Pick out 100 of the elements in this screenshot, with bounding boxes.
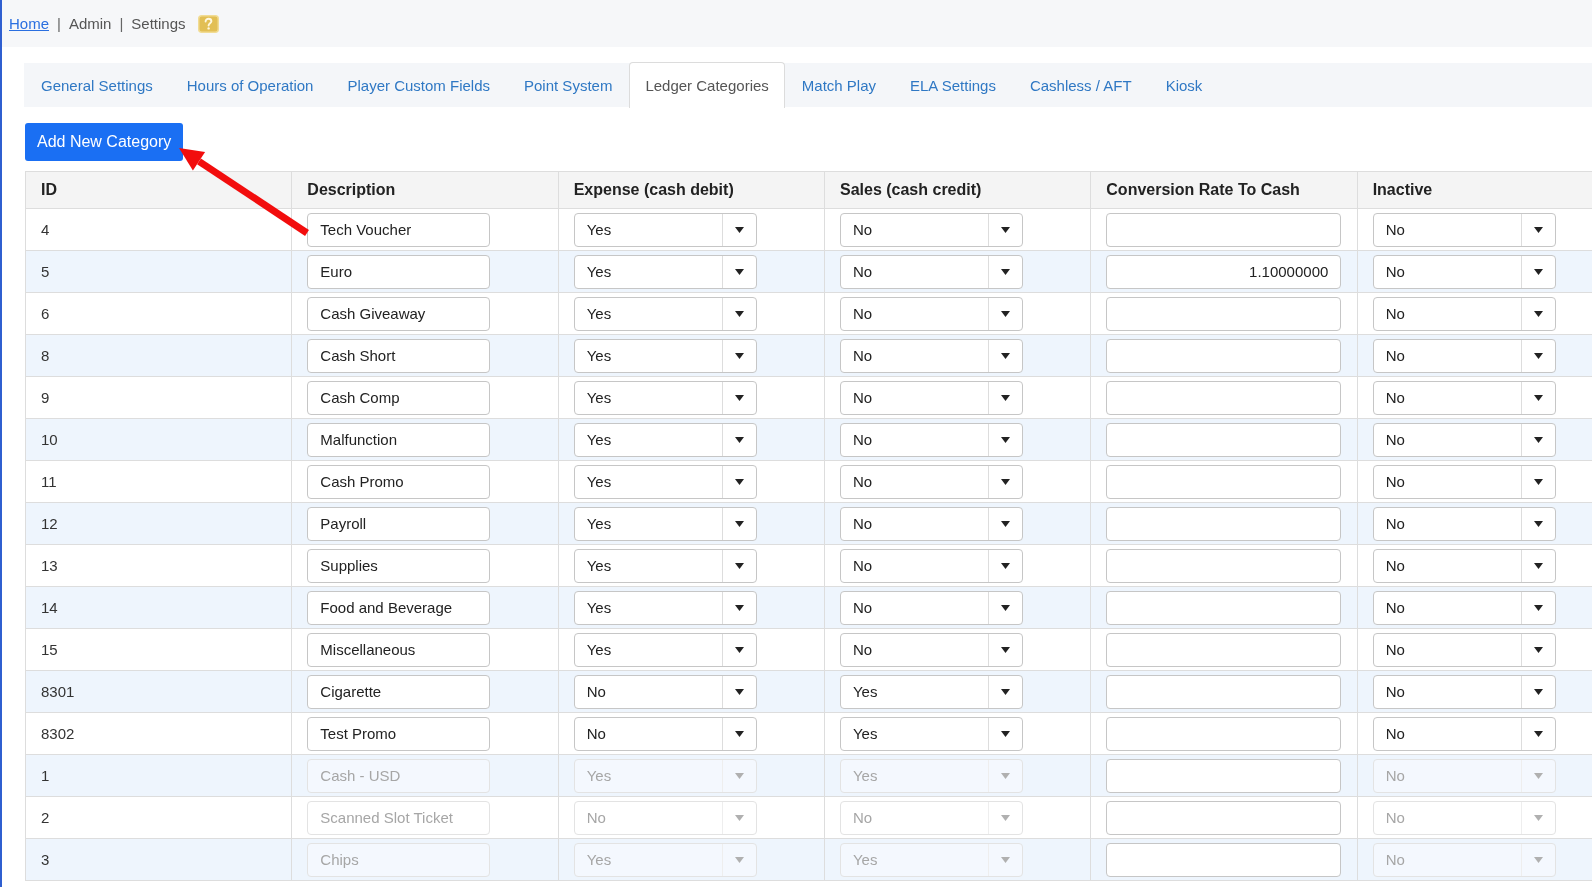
caret-icon <box>1001 814 1010 821</box>
description-field[interactable]: Cash Short <box>307 338 491 373</box>
caret-icon <box>1533 814 1543 821</box>
description-field[interactable]: Cash Promo <box>307 464 491 499</box>
description-field[interactable]: Euro <box>307 254 491 289</box>
category-id: 10 <box>41 431 58 448</box>
caret-icon <box>1001 268 1010 275</box>
sales-select[interactable]: No <box>840 296 1023 331</box>
conversion-rate-field[interactable]: 1.10000000 <box>1106 254 1342 289</box>
settings-tab[interactable]: ELA Settings <box>893 63 1013 107</box>
description-field[interactable]: Cash Giveaway <box>307 296 491 331</box>
description-field[interactable]: Cash Comp <box>307 380 491 415</box>
expense-select[interactable]: Yes <box>573 464 757 499</box>
sales-select[interactable]: No <box>840 464 1023 499</box>
expense-select[interactable]: Yes <box>573 506 757 541</box>
expense-select[interactable]: Yes <box>573 338 757 373</box>
conversion-rate-field[interactable] <box>1106 674 1342 709</box>
category-id: 12 <box>41 515 58 532</box>
description-field[interactable]: Food and Beverage <box>307 590 491 625</box>
description-field[interactable]: Test Promo <box>307 716 491 751</box>
breadcrumb-separator: | <box>57 15 61 32</box>
caret-icon <box>734 604 744 611</box>
description-field[interactable]: Payroll <box>307 506 491 541</box>
expense-select[interactable]: Yes <box>573 254 757 289</box>
sales-select[interactable]: No <box>840 590 1023 625</box>
caret-icon <box>1533 688 1543 695</box>
sales-select[interactable]: No <box>840 422 1023 457</box>
expense-select[interactable]: No <box>573 674 757 709</box>
conversion-rate-field[interactable] <box>1106 716 1342 751</box>
expense-select[interactable]: Yes <box>573 632 757 667</box>
category-id: 3 <box>41 851 50 868</box>
add-category-button[interactable]: Add New Category <box>25 123 184 161</box>
column-header: Conversion Rate To Cash <box>1106 181 1300 198</box>
conversion-rate-field[interactable] <box>1106 632 1342 667</box>
caret-icon <box>1533 310 1543 317</box>
conversion-rate-field[interactable] <box>1106 464 1342 499</box>
caret-icon <box>1001 226 1010 233</box>
category-id: 5 <box>41 263 50 280</box>
conversion-rate-field[interactable] <box>1106 548 1342 583</box>
conversion-rate-field[interactable] <box>1106 380 1342 415</box>
sales-select[interactable]: No <box>840 548 1023 583</box>
sales-select[interactable]: Yes <box>840 716 1023 751</box>
settings-tab[interactable]: General Settings <box>24 63 170 107</box>
sales-select[interactable]: No <box>840 338 1023 373</box>
conversion-rate-field[interactable] <box>1106 590 1342 625</box>
sales-select[interactable]: Yes <box>840 674 1023 709</box>
expense-select[interactable]: No <box>573 716 757 751</box>
expense-select[interactable]: Yes <box>573 548 757 583</box>
caret-icon <box>1001 352 1010 359</box>
expense-select[interactable]: Yes <box>573 422 757 457</box>
expense-select[interactable]: Yes <box>573 296 757 331</box>
conversion-rate-field[interactable] <box>1106 422 1342 457</box>
caret-icon <box>1001 394 1010 401</box>
conversion-rate-field[interactable] <box>1106 842 1342 877</box>
category-id: 8301 <box>41 683 75 700</box>
conversion-rate-field[interactable] <box>1106 338 1342 373</box>
sales-select[interactable]: No <box>840 212 1023 247</box>
description-field[interactable]: Cigarette <box>307 674 491 709</box>
settings-tab[interactable]: Hours of Operation <box>169 63 331 107</box>
sales-select[interactable]: No <box>840 506 1023 541</box>
sales-select[interactable]: No <box>840 254 1023 289</box>
settings-tab[interactable]: Kiosk <box>1148 63 1220 107</box>
conversion-rate-field[interactable] <box>1106 800 1342 835</box>
conversion-rate-field[interactable] <box>1106 212 1342 247</box>
caret-icon <box>1001 688 1010 695</box>
category-id: 15 <box>41 641 58 658</box>
caret-icon <box>1001 310 1010 317</box>
description-field[interactable]: Malfunction <box>307 422 491 457</box>
breadcrumb-item: Admin <box>68 15 112 32</box>
conversion-rate-field[interactable] <box>1106 506 1342 541</box>
caret-icon <box>1001 730 1010 737</box>
expense-select[interactable]: Yes <box>573 380 757 415</box>
settings-tab[interactable]: Ledger Categories <box>629 62 785 108</box>
sales-select[interactable]: No <box>840 380 1023 415</box>
settings-tab[interactable]: Match Play <box>784 63 893 107</box>
home-link[interactable]: Home <box>9 15 49 32</box>
caret-icon <box>1001 856 1010 863</box>
conversion-rate-field[interactable] <box>1106 296 1342 331</box>
description-field[interactable]: Miscellaneous <box>307 632 491 667</box>
caret-icon <box>1533 772 1543 779</box>
description-field[interactable]: Supplies <box>307 548 491 583</box>
settings-tab[interactable]: Cashless / AFT <box>1012 63 1149 107</box>
category-id: 1 <box>41 767 50 784</box>
caret-icon <box>1533 856 1543 863</box>
caret-icon <box>734 394 744 401</box>
caret-icon <box>734 814 744 821</box>
breadcrumb-separator: | <box>119 15 124 32</box>
caret-icon <box>734 268 744 275</box>
column-header: Sales (cash credit) <box>840 181 982 198</box>
conversion-rate-field[interactable] <box>1106 758 1342 793</box>
settings-tab[interactable]: Player Custom Fields <box>330 63 507 107</box>
expense-select[interactable]: Yes <box>573 212 757 247</box>
expense-select[interactable]: Yes <box>573 590 757 625</box>
caret-icon <box>734 730 744 737</box>
settings-tab[interactable]: Point System <box>507 63 630 107</box>
help-icon[interactable] <box>197 14 219 33</box>
caret-icon <box>734 646 744 653</box>
sales-select[interactable]: No <box>840 632 1023 667</box>
caret-icon <box>1533 478 1543 485</box>
description-field[interactable]: Tech Voucher <box>307 212 491 247</box>
